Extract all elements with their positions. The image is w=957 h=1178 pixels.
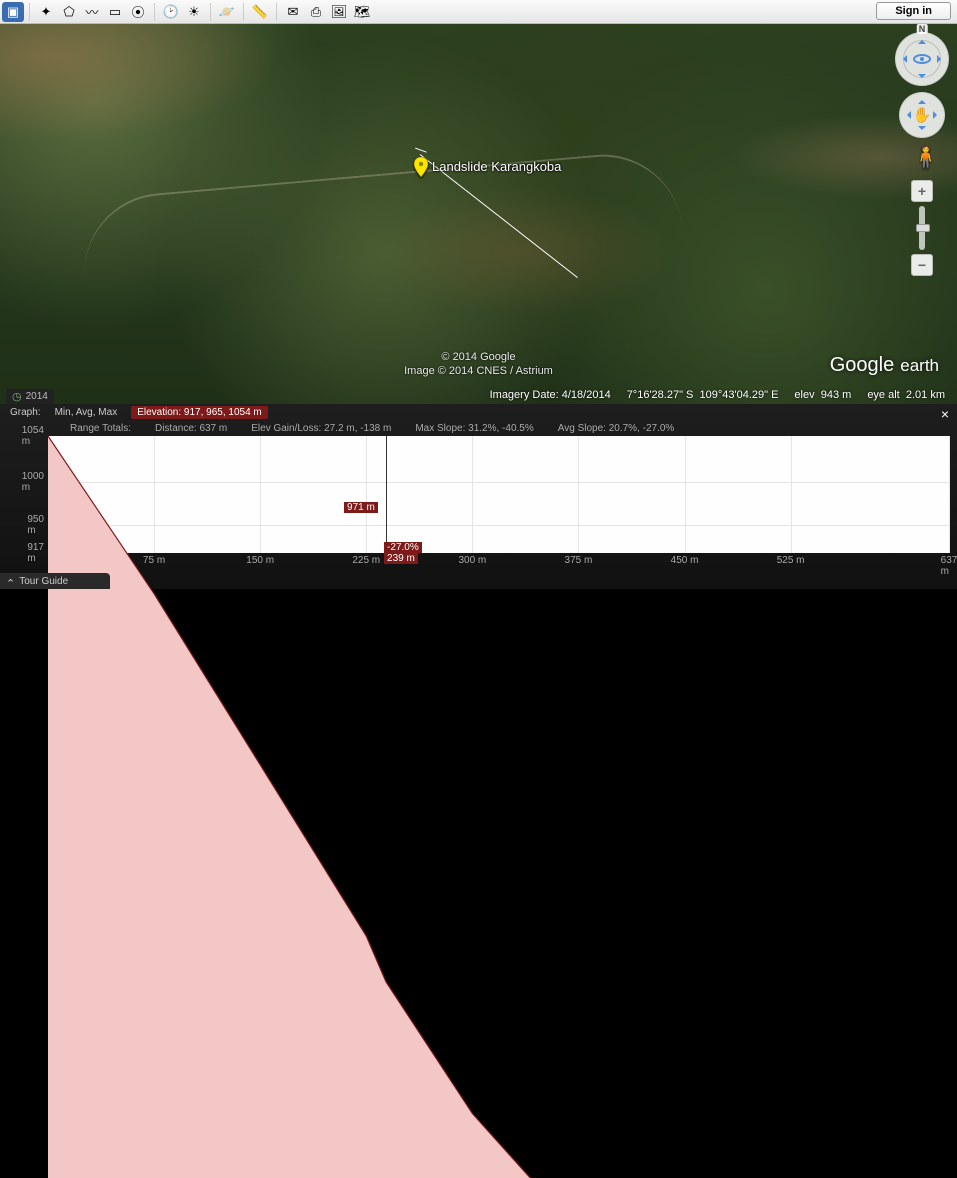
x-tick-label: 375 m <box>565 553 593 566</box>
print-icon[interactable]: ⎙ <box>305 2 327 22</box>
pan-dial[interactable]: ✋ <box>899 92 945 138</box>
x-tick-label: 300 m <box>458 553 486 566</box>
close-panel-icon[interactable]: × <box>941 406 949 422</box>
graph-tab-minavgmax[interactable]: Min, Avg, Max <box>49 406 124 419</box>
cursor-slope-tag: -27.0% <box>384 542 422 553</box>
x-tick-label: 450 m <box>671 553 699 566</box>
status-bar: Imagery Date: 4/18/2014 7°16'28.27" S 10… <box>0 386 957 404</box>
polygon-icon[interactable]: ⬠ <box>58 2 80 22</box>
look-around-dial[interactable]: N <box>895 32 949 86</box>
graph-header-row1: Graph: Min, Avg, Max Elevation: 917, 965… <box>0 404 957 421</box>
signin-button[interactable]: Sign in <box>876 2 951 20</box>
sun-icon[interactable]: ☀ <box>183 2 205 22</box>
google-earth-logo: Google earth <box>830 351 939 378</box>
navigation-controls: N ✋ 🧍 + − <box>895 32 949 276</box>
x-tick-label: 150 m <box>246 553 274 566</box>
toolbar: ▣ ✦ ⬠ 〰 ▭ ⦿ 🕑 ☀ 🪐 📏 ✉ ⎙ 🖼 🗺 Sign in <box>0 0 957 24</box>
graph-tab-elevation[interactable]: Elevation: 917, 965, 1054 m <box>131 406 268 419</box>
elevation-area <box>48 436 949 1178</box>
y-tick-label: 1000 m <box>22 471 48 493</box>
y-tick-label: 1054 m <box>22 425 48 447</box>
north-indicator[interactable]: N <box>917 24 928 34</box>
zoom-slider[interactable] <box>919 206 925 250</box>
zoom-in-button[interactable]: + <box>911 180 933 202</box>
cursor-x-tag: 239 m <box>384 553 418 564</box>
email-icon[interactable]: ✉ <box>282 2 304 22</box>
hand-icon: ✋ <box>913 106 932 124</box>
eye-icon <box>913 54 931 64</box>
elevation-profile-panel: Graph: Min, Avg, Max Elevation: 917, 965… <box>0 404 957 589</box>
x-tick-label: 225 m <box>352 553 380 566</box>
placemark-icon[interactable]: ✦ <box>35 2 57 22</box>
planets-icon[interactable]: 🪐 <box>216 2 238 22</box>
placemark-pin-icon[interactable] <box>414 157 428 177</box>
placemark-label[interactable]: Landslide Karangkoba <box>432 159 561 174</box>
pegman-icon[interactable]: 🧍 <box>912 144 932 170</box>
view-in-maps-icon[interactable]: 🗺 <box>351 2 373 22</box>
zoom-out-button[interactable]: − <box>911 254 933 276</box>
x-tick-label: 75 m <box>143 553 165 566</box>
map-viewport[interactable]: Landslide Karangkoba © 2014 Google Image… <box>0 24 957 404</box>
image-overlay-icon[interactable]: ▭ <box>104 2 126 22</box>
chart-cursor-line[interactable] <box>386 436 387 553</box>
imagery-attribution: © 2014 Google Image © 2014 CNES / Astriu… <box>0 350 957 379</box>
sidebar-toggle-icon[interactable]: ▣ <box>2 2 24 22</box>
y-tick-label: 950 m <box>27 514 48 536</box>
path-icon[interactable]: 〰 <box>81 2 103 22</box>
tour-guide-toggle[interactable]: Tour Guide <box>0 573 110 589</box>
range-totals-label: Range Totals: <box>70 423 131 434</box>
elevation-chart[interactable]: 1054 m 1000 m 950 m 917 m 75 m 150 m 225… <box>48 436 949 553</box>
graph-label: Graph: <box>10 407 41 418</box>
y-tick-label: 917 m <box>27 542 48 564</box>
save-image-icon[interactable]: 🖼 <box>328 2 350 22</box>
x-tick-label: 637 m <box>941 553 957 577</box>
x-tick-label: 525 m <box>777 553 805 566</box>
ruler-icon[interactable]: 📏 <box>249 2 271 22</box>
cursor-elev-tag: 971 m <box>344 502 378 513</box>
history-icon[interactable]: 🕑 <box>160 2 182 22</box>
record-tour-icon[interactable]: ⦿ <box>127 2 149 22</box>
